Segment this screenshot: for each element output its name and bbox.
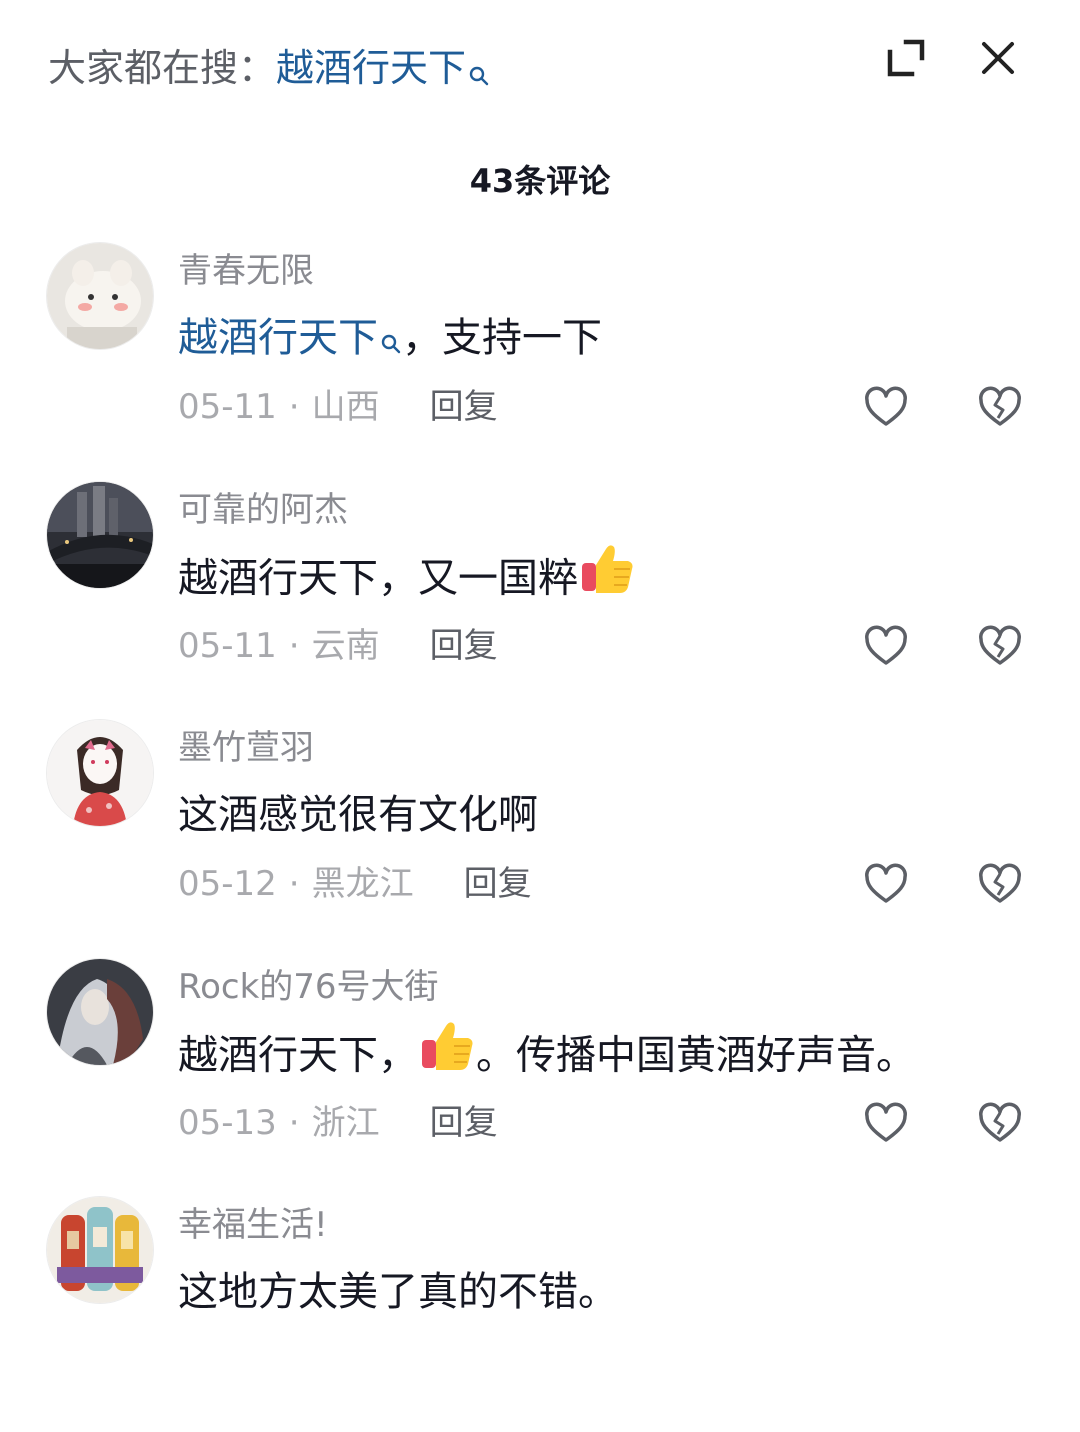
comment-text-head: 越酒行天下，: [178, 1032, 418, 1079]
close-icon: [982, 42, 1014, 74]
comment-meta: 05-12 · 黑龙江 回复: [178, 859, 532, 909]
top-bar: 大家都在搜：越酒行天下: [0, 0, 1080, 130]
heart-icon: [865, 386, 907, 426]
comment-username[interactable]: 青春无限: [178, 246, 314, 296]
comment-item: 墨竹萱羽 这酒感觉很有文化啊 05-12 · 黑龙江 回复: [0, 717, 1080, 955]
avatar[interactable]: [46, 1196, 154, 1304]
comment-text: 越酒行天下 ，支持一下: [178, 310, 602, 370]
expand-icon: [887, 39, 925, 77]
broken-heart-icon: [979, 386, 1021, 426]
comment-text-tail: 。传播中国黄酒好声音。: [476, 1032, 916, 1079]
comment-item: Rock的76号大街 越酒行天下， 。传播中国黄酒好声音。 05-13 · 浙江 回复: [0, 956, 1080, 1194]
avatar[interactable]: [46, 242, 154, 350]
broken-heart-icon: [979, 625, 1021, 665]
comment-region: 浙江: [311, 1103, 380, 1143]
search-icon: [468, 46, 490, 102]
meta-separator: ·: [288, 1103, 300, 1143]
comment-text: 这地方太美了真的不错。: [178, 1269, 618, 1315]
heart-icon: [865, 1102, 907, 1142]
like-button[interactable]: [862, 623, 910, 671]
comment-text: 越酒行天下， 。传播中国黄酒好声音。: [178, 1022, 916, 1089]
comment-date: 05-11: [178, 387, 277, 427]
comment-keyword-link[interactable]: 越酒行天下: [178, 315, 378, 361]
close-button[interactable]: [974, 34, 1022, 82]
comment-username[interactable]: 墨竹萱羽: [178, 723, 314, 773]
comment-meta: 05-11 · 山西 回复: [178, 382, 498, 432]
comment-region: 云南: [311, 626, 380, 666]
meta-separator: ·: [288, 626, 300, 666]
heart-icon: [865, 625, 907, 665]
avatar[interactable]: [46, 481, 154, 589]
comment-text: 越酒行天下，又一国粹: [178, 545, 636, 612]
comment-item: 幸福生活! 这地方太美了真的不错。: [0, 1194, 1080, 1432]
comment-count-title: 43条评论: [469, 162, 611, 200]
comment-text-tail: ，支持一下: [402, 315, 602, 361]
comment-text: 这酒感觉很有文化啊: [178, 792, 538, 838]
comment-meta: 05-11 · 云南 回复: [178, 621, 498, 671]
dislike-button[interactable]: [976, 384, 1024, 432]
comment-item: 可靠的阿杰 越酒行天下，又一国粹 05-11 · 云南 回复: [0, 479, 1080, 717]
dislike-button[interactable]: [976, 623, 1024, 671]
meta-separator: ·: [288, 864, 300, 904]
like-button[interactable]: [862, 861, 910, 909]
comment-item: 青春无限 越酒行天下 ，支持一下 05-11 · 山西 回复: [0, 240, 1080, 478]
reply-button[interactable]: 回复: [430, 626, 498, 666]
broken-heart-icon: [979, 1102, 1021, 1142]
dislike-button[interactable]: [976, 861, 1024, 909]
reply-button[interactable]: 回复: [430, 1103, 498, 1143]
comment-meta: 05-13 · 浙江 回复: [178, 1098, 498, 1148]
thumbs-up-emoji-icon: [418, 1018, 476, 1089]
expand-button[interactable]: [882, 34, 930, 82]
comment-region: 山西: [311, 387, 380, 427]
search-suggestion-keyword[interactable]: 越酒行天下: [276, 46, 466, 90]
search-suggestion-prefix: 大家都在搜：: [48, 46, 277, 90]
dislike-button[interactable]: [976, 1100, 1024, 1148]
search-suggestion[interactable]: 大家都在搜：越酒行天下: [48, 40, 490, 102]
like-button[interactable]: [862, 1100, 910, 1148]
comment-text-body: 越酒行天下，又一国粹: [178, 555, 578, 602]
thumbs-up-emoji-icon: [578, 541, 636, 612]
reply-button[interactable]: 回复: [430, 387, 498, 427]
meta-separator: ·: [288, 387, 300, 427]
comment-date: 05-11: [178, 626, 277, 666]
heart-icon: [865, 863, 907, 903]
comment-username[interactable]: 可靠的阿杰: [178, 485, 348, 535]
comment-region: 黑龙江: [311, 864, 414, 904]
avatar[interactable]: [46, 958, 154, 1066]
search-icon: [380, 314, 402, 370]
comment-username[interactable]: Rock的76号大街: [178, 962, 439, 1012]
reply-button[interactable]: 回复: [464, 864, 532, 904]
avatar[interactable]: [46, 719, 154, 827]
comment-date: 05-13: [178, 1103, 277, 1143]
broken-heart-icon: [979, 863, 1021, 903]
comment-date: 05-12: [178, 864, 277, 904]
comment-username[interactable]: 幸福生活!: [178, 1200, 328, 1250]
like-button[interactable]: [862, 384, 910, 432]
